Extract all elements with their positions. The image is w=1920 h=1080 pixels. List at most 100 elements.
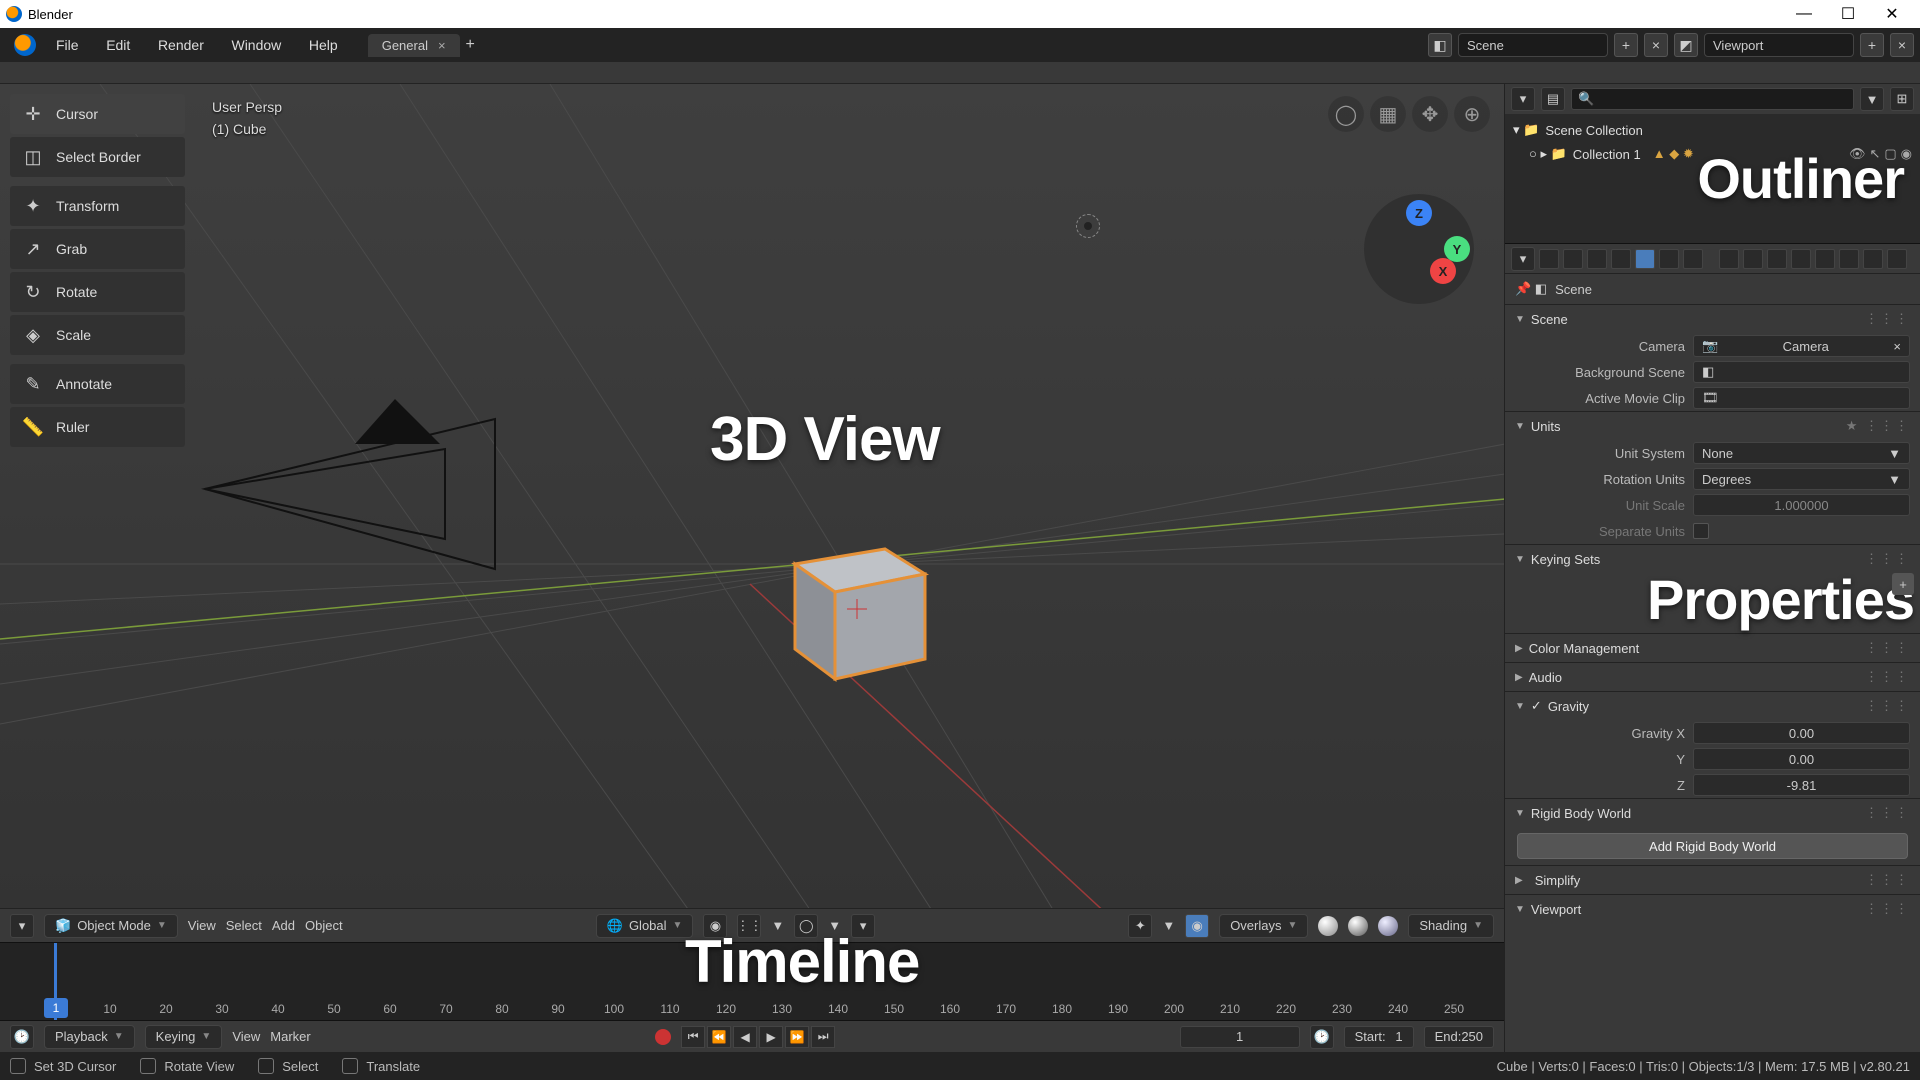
menu-render[interactable]: Render xyxy=(146,37,216,53)
menu-edit[interactable]: Edit xyxy=(94,37,142,53)
prop-tab-9[interactable] xyxy=(1743,249,1763,269)
outliner-root[interactable]: ▾ 📁Scene Collection xyxy=(1513,118,1912,142)
shading-lookdev-icon[interactable] xyxy=(1378,916,1398,936)
playhead[interactable]: 1 xyxy=(54,943,57,1020)
menu-file[interactable]: File xyxy=(44,37,91,53)
prop-tab-10[interactable] xyxy=(1767,249,1787,269)
maximize-button[interactable]: ☐ xyxy=(1826,0,1870,28)
panel-viewport-header[interactable]: ▼Viewport⋮⋮⋮ xyxy=(1505,895,1920,923)
menu-window[interactable]: Window xyxy=(219,37,293,53)
properties-editor-type-icon[interactable]: ▾ xyxy=(1511,247,1535,271)
app-logo-icon[interactable] xyxy=(14,34,36,56)
timeline-menu-playback[interactable]: Playback▼ xyxy=(44,1025,135,1049)
background-scene-field[interactable]: ◧ xyxy=(1693,361,1910,383)
tool-rotate[interactable]: ↻Rotate xyxy=(10,272,185,312)
gravity-z-field[interactable]: -9.81 xyxy=(1693,774,1910,796)
minimize-button[interactable]: — xyxy=(1782,0,1826,28)
auto-keying-toggle[interactable] xyxy=(655,1029,671,1045)
camera-object[interactable] xyxy=(195,389,515,589)
view3d-menu-select[interactable]: Select xyxy=(226,918,262,933)
keying-add-button[interactable]: + xyxy=(1892,573,1914,595)
timeline-menu-view[interactable]: View xyxy=(232,1029,260,1044)
prop-tab-6[interactable] xyxy=(1659,249,1679,269)
orientation-selector[interactable]: 🌐 Global▼ xyxy=(596,914,694,938)
overlays-toggle[interactable]: ◉ xyxy=(1185,914,1209,938)
keyframe-prev-button[interactable]: ⏪ xyxy=(707,1026,731,1048)
shading-menu[interactable]: Shading▼ xyxy=(1408,914,1494,938)
unit-system-select[interactable]: None▼ xyxy=(1693,442,1910,464)
close-button[interactable]: ✕ xyxy=(1870,0,1914,28)
axis-gizmo[interactable]: Z Y X xyxy=(1364,194,1474,304)
prop-tab-4[interactable] xyxy=(1611,249,1631,269)
mode-selector[interactable]: 🧊 Object Mode▼ xyxy=(44,914,178,938)
prop-tab-2[interactable] xyxy=(1563,249,1583,269)
view3d-menu-add[interactable]: Add xyxy=(272,918,295,933)
outliner-new-collection-icon[interactable]: ⊞ xyxy=(1890,87,1914,111)
prop-tab-12[interactable] xyxy=(1815,249,1835,269)
axis-z-icon[interactable]: Z xyxy=(1406,200,1432,226)
timeline-menu-keying[interactable]: Keying▼ xyxy=(145,1025,223,1049)
tool-annotate[interactable]: ✎Annotate xyxy=(10,364,185,404)
tool-cursor[interactable]: ✛Cursor xyxy=(10,94,185,134)
viewlayer-name-field[interactable]: Viewport xyxy=(1704,33,1854,57)
timeline-track[interactable]: Timeline 1 10203040506070809010011012013… xyxy=(0,943,1504,1020)
timeline-menu-marker[interactable]: Marker xyxy=(270,1029,310,1044)
gizmo-toggle[interactable]: ✦ xyxy=(1128,914,1152,938)
gravity-enable-checkbox[interactable]: ✓ xyxy=(1531,698,1542,714)
panel-scene-header[interactable]: ▼Scene⋮⋮⋮ xyxy=(1505,305,1920,333)
view3d-menu-view[interactable]: View xyxy=(188,918,216,933)
tool-select-border[interactable]: ◫Select Border xyxy=(10,137,185,177)
unit-scale-field[interactable]: 1.000000 xyxy=(1693,494,1910,516)
delete-scene-button[interactable]: × xyxy=(1644,33,1668,57)
preview-range-toggle[interactable]: 🕑 xyxy=(1310,1025,1334,1049)
end-frame-field[interactable]: End:250 xyxy=(1424,1026,1494,1048)
camera-field[interactable]: 📷 Camera× xyxy=(1693,335,1910,357)
prop-tab-13[interactable] xyxy=(1839,249,1859,269)
shading-wireframe-icon[interactable] xyxy=(1318,916,1338,936)
outliner-search-input[interactable]: 🔍 xyxy=(1571,88,1854,110)
keyframe-next-button[interactable]: ⏩ xyxy=(785,1026,809,1048)
prop-tab-11[interactable] xyxy=(1791,249,1811,269)
prop-tab-3[interactable] xyxy=(1587,249,1607,269)
movie-clip-field[interactable]: 🎞 xyxy=(1693,387,1910,409)
tool-transform[interactable]: ✦Transform xyxy=(10,186,185,226)
editor-type-icon[interactable]: ▾ xyxy=(10,914,34,938)
new-viewlayer-button[interactable]: + xyxy=(1860,33,1884,57)
scene-name-field[interactable]: Scene xyxy=(1458,33,1608,57)
tool-ruler[interactable]: 📏Ruler xyxy=(10,407,185,447)
outliner-display-mode[interactable]: ▤ xyxy=(1541,87,1565,111)
workspace-tab-general[interactable]: General× xyxy=(368,34,460,57)
panel-simplify-header[interactable]: ▶Simplify⋮⋮⋮ xyxy=(1505,866,1920,894)
view3d-menu-object[interactable]: Object xyxy=(305,918,343,933)
jump-start-button[interactable]: ⏮ xyxy=(681,1026,705,1048)
scene-browse-icon[interactable]: ◧ xyxy=(1428,33,1452,57)
axis-x-icon[interactable]: X xyxy=(1430,258,1456,284)
outliner-editor-type-icon[interactable]: ▾ xyxy=(1511,87,1535,111)
new-scene-button[interactable]: + xyxy=(1614,33,1638,57)
timeline-editor-type-icon[interactable]: 🕑 xyxy=(10,1025,34,1049)
delete-viewlayer-button[interactable]: × xyxy=(1890,33,1914,57)
separate-units-checkbox[interactable] xyxy=(1693,523,1709,539)
prop-tab-scene[interactable] xyxy=(1635,249,1655,269)
prop-tab-14[interactable] xyxy=(1863,249,1883,269)
gravity-x-field[interactable]: 0.00 xyxy=(1693,722,1910,744)
prop-tab-1[interactable] xyxy=(1539,249,1559,269)
prop-tab-15[interactable] xyxy=(1887,249,1907,269)
menu-help[interactable]: Help xyxy=(297,37,350,53)
pan-icon[interactable]: ✥ xyxy=(1412,96,1448,132)
panel-units-header[interactable]: ▼Units★ ⋮⋮⋮ xyxy=(1505,412,1920,440)
prop-tab-7[interactable] xyxy=(1683,249,1703,269)
panel-color-header[interactable]: ▶Color Management⋮⋮⋮ xyxy=(1505,634,1920,662)
add-workspace-button[interactable]: + xyxy=(466,36,475,54)
jump-end-button[interactable]: ⏭ xyxy=(811,1026,835,1048)
panel-gravity-header[interactable]: ▼✓Gravity⋮⋮⋮ xyxy=(1505,692,1920,720)
overlays-menu[interactable]: Overlays▼ xyxy=(1219,914,1308,938)
rotation-units-select[interactable]: Degrees▼ xyxy=(1693,468,1910,490)
outliner-filter-icon[interactable]: ▼ xyxy=(1860,87,1884,111)
panel-rigid-header[interactable]: ▼Rigid Body World⋮⋮⋮ xyxy=(1505,799,1920,827)
shading-solid-icon[interactable] xyxy=(1348,916,1368,936)
close-workspace-icon[interactable]: × xyxy=(438,38,446,53)
start-frame-field[interactable]: Start:1 xyxy=(1344,1026,1414,1048)
view3d-area[interactable]: ✛Cursor ◫Select Border ✦Transform ↗Grab … xyxy=(0,84,1504,908)
tool-grab[interactable]: ↗Grab xyxy=(10,229,185,269)
